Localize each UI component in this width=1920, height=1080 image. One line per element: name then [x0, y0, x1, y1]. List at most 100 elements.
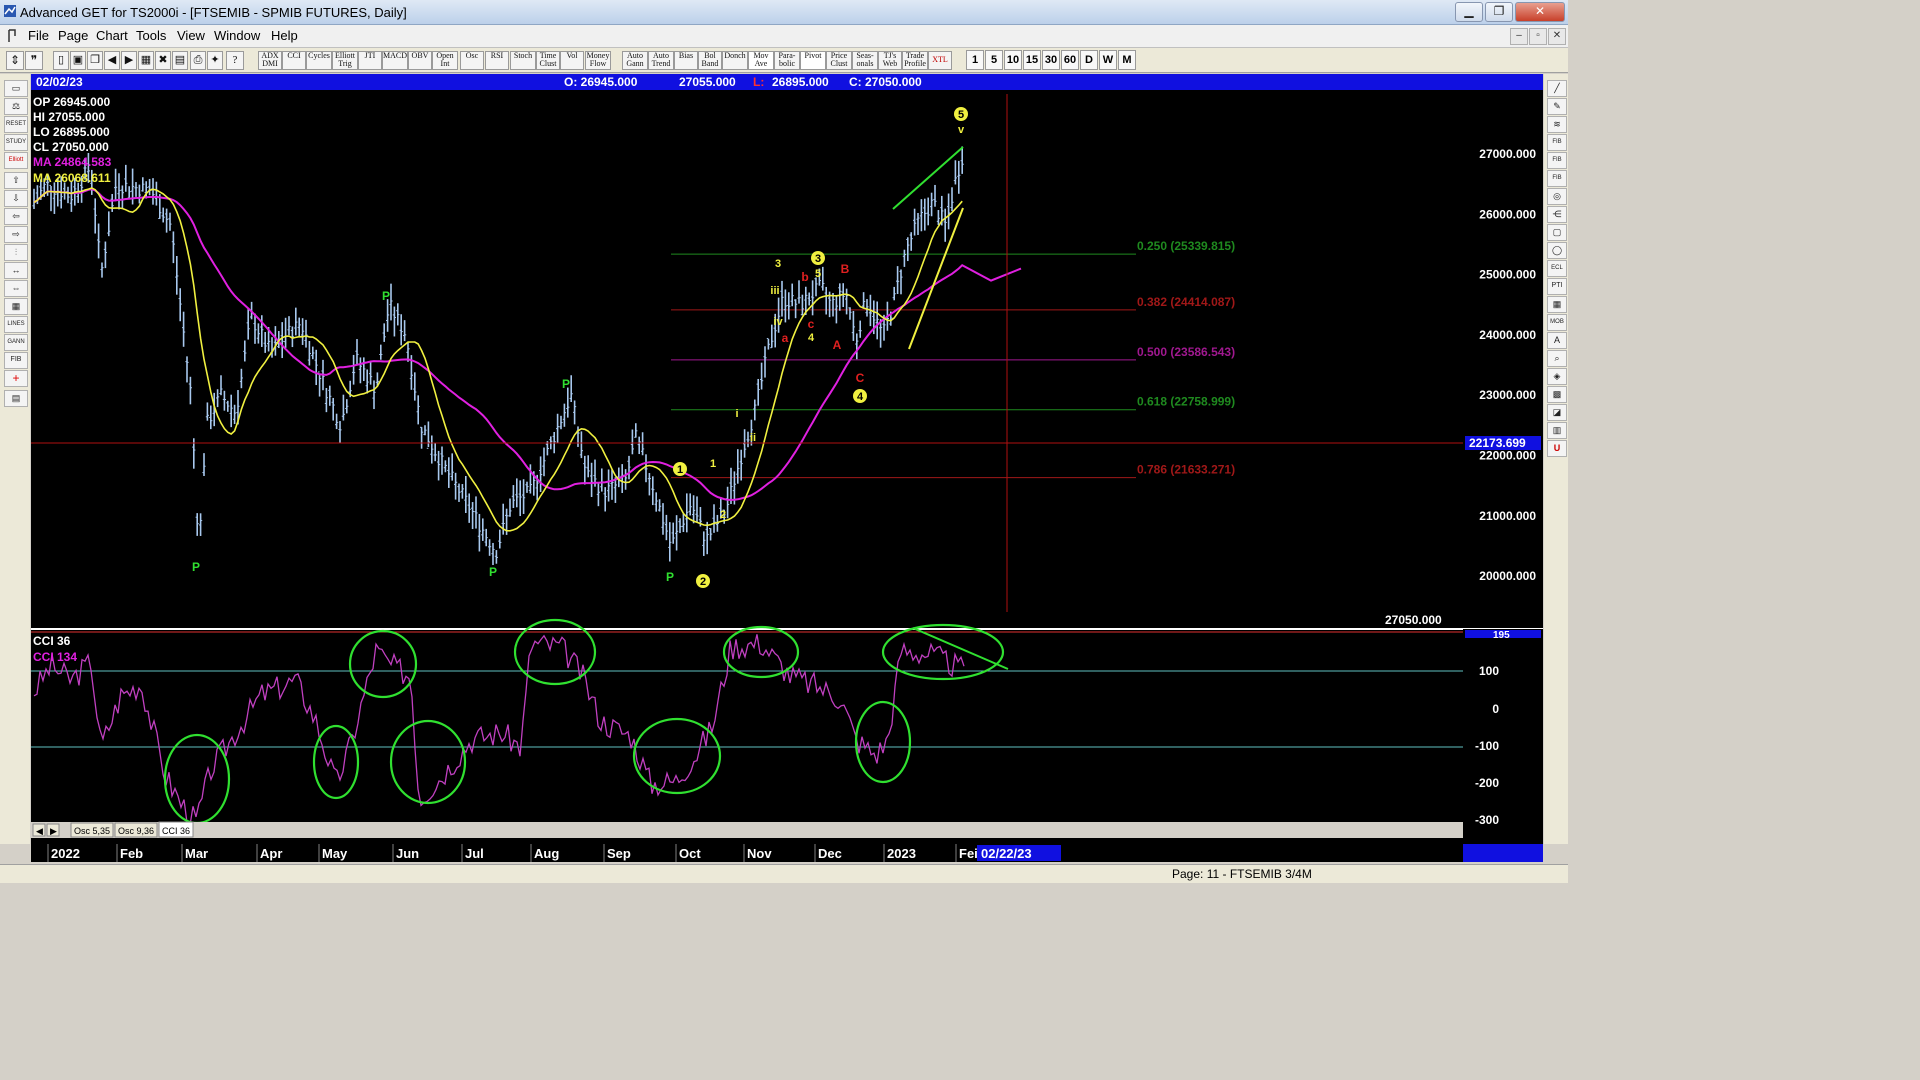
menu-help[interactable]: Help	[271, 28, 298, 43]
study-price-clust[interactable]: Price Clust	[826, 51, 852, 70]
arrow-up-icon[interactable]: ⇧	[4, 172, 28, 189]
reset-icon[interactable]: RESET	[4, 116, 28, 133]
study-auto-gann[interactable]: Auto Gann	[622, 51, 648, 70]
minimize-button[interactable]: ▁	[1455, 2, 1483, 22]
clear-icon[interactable]: ▥	[1547, 422, 1567, 439]
new-page-icon[interactable]: ▯	[53, 51, 69, 70]
eraser2-icon[interactable]: ◪	[1547, 404, 1567, 421]
arrow-left-icon[interactable]: ⇦	[4, 208, 28, 225]
mob-icon[interactable]: MOB	[1547, 314, 1567, 331]
lightbulb-icon[interactable]: ✦	[207, 51, 223, 70]
study-time-clust[interactable]: Time Clust	[536, 51, 560, 70]
menu-chart[interactable]: Chart	[96, 28, 128, 43]
timeframe-1[interactable]: 1	[966, 50, 984, 70]
ellipse-icon[interactable]: ◯	[1547, 242, 1567, 259]
study-macd[interactable]: MACD	[382, 51, 408, 70]
close-button[interactable]: ✕	[1515, 2, 1565, 22]
crosshair-icon[interactable]: +	[4, 370, 28, 387]
menu-view[interactable]: View	[177, 28, 205, 43]
eclipse-icon[interactable]: ECL	[1547, 260, 1567, 277]
grid-toggle-icon[interactable]: ▦	[4, 298, 28, 315]
study-bias[interactable]: Bias	[674, 51, 698, 70]
forward-icon[interactable]: ▶	[121, 51, 137, 70]
clipboard-icon[interactable]: ▤	[4, 390, 28, 407]
timeframe-10[interactable]: 10	[1004, 50, 1022, 70]
timeframe-60[interactable]: 60	[1061, 50, 1079, 70]
table-icon[interactable]: ▦	[1547, 296, 1567, 313]
timeframe-30[interactable]: 30	[1042, 50, 1060, 70]
timeframe-5[interactable]: 5	[985, 50, 1003, 70]
menu-file[interactable]: File	[28, 28, 49, 43]
arrow-right-icon[interactable]: ⇨	[4, 226, 28, 243]
study-auto-trend[interactable]: Auto Trend	[648, 51, 674, 70]
study-mov-ave[interactable]: Mov Ave	[748, 51, 774, 70]
help-pointer-icon[interactable]: ?	[226, 51, 244, 70]
arrow-down-icon[interactable]: ⇩	[4, 190, 28, 207]
mdi-close-button[interactable]: ✕	[1548, 28, 1566, 45]
fib-icon[interactable]: FIB	[4, 352, 28, 369]
study-trade-profile[interactable]: Trade Profile	[902, 51, 928, 70]
restore-button[interactable]: ❐	[1485, 2, 1513, 22]
save-icon[interactable]: ▣	[70, 51, 86, 70]
study-obv[interactable]: OBV	[408, 51, 432, 70]
study-jti[interactable]: JTI	[358, 51, 382, 70]
lines-icon[interactable]: LINES	[4, 316, 28, 333]
bars-icon[interactable]: ⫶	[4, 244, 28, 261]
calculator-icon[interactable]: ▩	[1547, 386, 1567, 403]
layout-icon[interactable]: ▤	[172, 51, 188, 70]
study-money-flow[interactable]: Money Flow	[585, 51, 611, 70]
fan-icon[interactable]: ⋲	[1547, 206, 1567, 223]
timeframe-w[interactable]: W	[1099, 50, 1117, 70]
open-icon[interactable]: ▭	[4, 80, 28, 97]
timeframe-15[interactable]: 15	[1023, 50, 1041, 70]
gann-icon[interactable]: GANN	[4, 334, 28, 351]
eraser-icon[interactable]: ◈	[1547, 368, 1567, 385]
study-tjs-web[interactable]: TJ's Web	[878, 51, 902, 70]
study-xtl[interactable]: XTL	[928, 51, 952, 70]
grid-icon[interactable]: ▦	[138, 51, 154, 70]
pencil-icon[interactable]: ✎	[1547, 98, 1567, 115]
study-cycles[interactable]: Cycles	[306, 51, 332, 70]
study-icon[interactable]: STUDY	[4, 134, 28, 151]
study-open-int[interactable]: Open Int	[432, 51, 458, 70]
a-letter-icon[interactable]: A	[1547, 332, 1567, 349]
fib-ext-icon[interactable]: FIB	[1547, 152, 1567, 169]
study-adx-dmi[interactable]: ADX DMI	[258, 51, 282, 70]
quote-icon[interactable]: ❞	[25, 51, 43, 70]
study-osc[interactable]: Osc	[460, 51, 484, 70]
compress-icon[interactable]: ⇔	[4, 280, 28, 297]
line-draw-icon[interactable]: ╱	[1547, 80, 1567, 97]
study-donch[interactable]: Donch	[722, 51, 748, 70]
menu-tools[interactable]: Tools	[136, 28, 166, 43]
pti-icon[interactable]: PTI	[1547, 278, 1567, 295]
mdi-restore-button[interactable]: ▫	[1529, 28, 1547, 45]
study-pivot[interactable]: Pivot	[800, 51, 826, 70]
expand-icon[interactable]: ↔	[4, 262, 28, 279]
channel-icon[interactable]: ≋	[1547, 116, 1567, 133]
study-stoch[interactable]: Stoch	[510, 51, 536, 70]
mdi-minimize-button[interactable]: –	[1510, 28, 1528, 45]
cross-icon[interactable]: ✖	[155, 51, 171, 70]
study-parabolic[interactable]: Para-bolic	[774, 51, 800, 70]
study-elliott-trig[interactable]: Elliott Trig	[332, 51, 358, 70]
study-seasonals[interactable]: Seas-onals	[852, 51, 878, 70]
zoom-icon[interactable]: ⌕	[1547, 350, 1567, 367]
timeframe-m[interactable]: M	[1118, 50, 1136, 70]
chart-area[interactable]: 02/02/23 O: 26945.000 27055.000 L: 26895…	[31, 74, 1543, 844]
print-icon[interactable]: ⎙	[190, 51, 206, 70]
spiral-icon[interactable]: ◎	[1547, 188, 1567, 205]
scales-icon[interactable]: ⚖	[4, 98, 28, 115]
fib-ret-icon[interactable]: FIB	[1547, 134, 1567, 151]
copy-icon[interactable]: ❐	[87, 51, 103, 70]
elliott-icon[interactable]: Elliott	[4, 152, 28, 169]
cursor-tool-icon[interactable]: ⇕	[6, 51, 24, 70]
study-vol[interactable]: Vol	[560, 51, 584, 70]
timeframe-d[interactable]: D	[1080, 50, 1098, 70]
study-bol-band[interactable]: Bol Band	[698, 51, 722, 70]
fib-time-icon[interactable]: FIB	[1547, 170, 1567, 187]
back-icon[interactable]: ◀	[104, 51, 120, 70]
square-icon[interactable]: ▢	[1547, 224, 1567, 241]
study-rsi[interactable]: RSI	[485, 51, 509, 70]
study-cci[interactable]: CCI	[282, 51, 306, 70]
menu-window[interactable]: Window	[214, 28, 260, 43]
